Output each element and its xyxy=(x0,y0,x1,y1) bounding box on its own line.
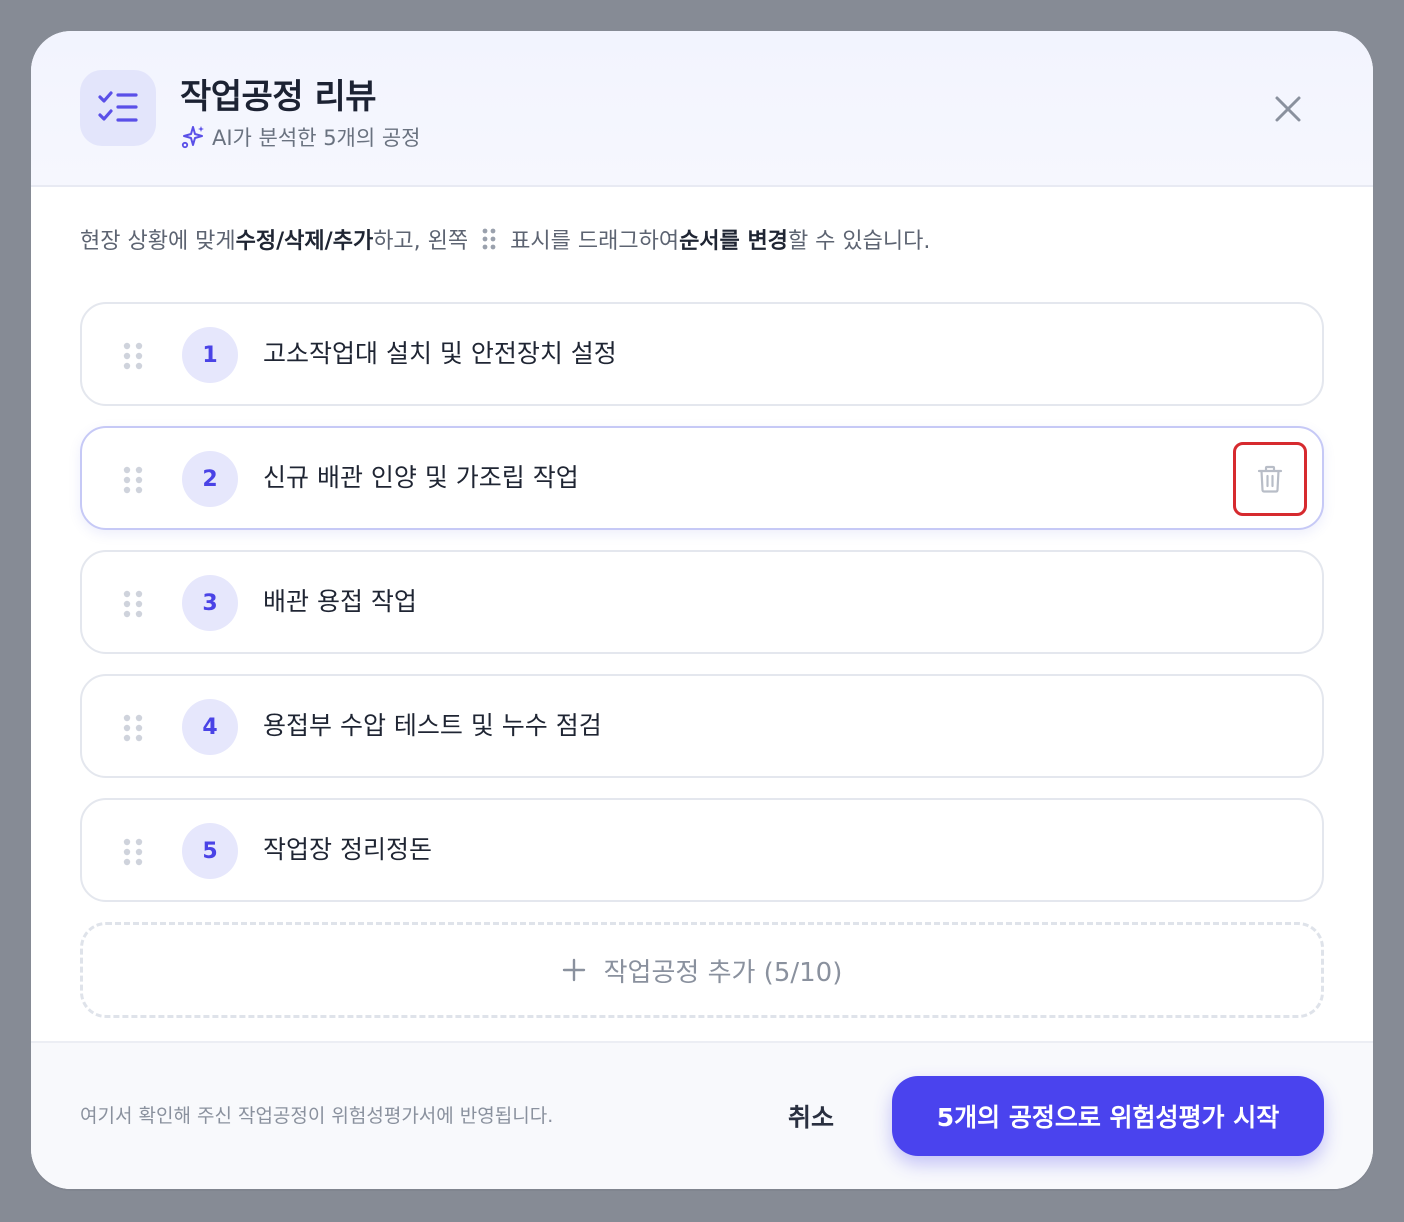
modal-title: 작업공정 리뷰 xyxy=(180,77,377,117)
delete-step-button[interactable] xyxy=(1233,442,1307,516)
drag-handle-icon[interactable] xyxy=(122,466,144,494)
list-item[interactable]: 3 배관 용접 작업 xyxy=(80,550,1324,654)
instructions-part: 할 수 있습니다. xyxy=(787,229,931,254)
step-number-badge: 3 xyxy=(182,575,238,631)
modal-footer: 여기서 확인해 주신 작업공정이 위험성평가서에 반영됩니다. 취소 5개의 공… xyxy=(31,1041,1373,1189)
step-label[interactable]: 고소작업대 설치 및 안전장치 설정 xyxy=(263,338,617,370)
drag-handle-icon[interactable] xyxy=(122,590,144,618)
close-icon xyxy=(1275,96,1301,122)
list-item[interactable]: 5 작업장 정리정돈 xyxy=(80,798,1324,902)
drag-handle-icon xyxy=(482,228,496,250)
step-list: 1 고소작업대 설치 및 안전장치 설정 2 신규 배관 인양 및 가조립 작업 xyxy=(80,302,1324,922)
step-number-badge: 2 xyxy=(182,451,238,507)
list-item[interactable]: 2 신규 배관 인양 및 가조립 작업 xyxy=(80,426,1324,530)
subtitle-text: AI가 분석한 5개의 공정 xyxy=(212,126,421,150)
trash-icon xyxy=(1257,465,1283,493)
instructions-text: 현장 상황에 맞게 수정/삭제/추가 하고, 왼쪽 표시를 드래그하여 순서를 … xyxy=(80,223,930,255)
step-number-badge: 4 xyxy=(182,699,238,755)
add-step-label: 작업공정 추가 (5/10) xyxy=(603,957,843,988)
step-number-badge: 1 xyxy=(182,327,238,383)
instructions-emphasis: 수정/삭제/추가 xyxy=(235,229,374,254)
drag-handle-icon[interactable] xyxy=(122,342,144,370)
instructions-emphasis: 순서를 변경 xyxy=(679,229,788,254)
step-label[interactable]: 용접부 수압 테스트 및 누수 점검 xyxy=(263,710,602,742)
instructions-part: 하고, 왼쪽 xyxy=(373,229,469,254)
sparkle-icon xyxy=(180,124,206,150)
list-item[interactable]: 1 고소작업대 설치 및 안전장치 설정 xyxy=(80,302,1324,406)
start-assessment-button[interactable]: 5개의 공정으로 위험성평가 시작 xyxy=(892,1076,1324,1156)
step-number-badge: 5 xyxy=(182,823,238,879)
step-label[interactable]: 작업장 정리정돈 xyxy=(263,834,432,866)
step-label[interactable]: 배관 용접 작업 xyxy=(263,586,417,618)
drag-handle-icon[interactable] xyxy=(122,714,144,742)
add-step-button[interactable]: 작업공정 추가 (5/10) xyxy=(80,922,1324,1018)
list-item[interactable]: 4 용접부 수압 테스트 및 누수 점검 xyxy=(80,674,1324,778)
modal-subtitle: AI가 분석한 5개의 공정 xyxy=(180,122,421,152)
step-label[interactable]: 신규 배관 인양 및 가조립 작업 xyxy=(263,462,579,494)
drag-handle-icon[interactable] xyxy=(122,838,144,866)
instructions-part: 표시를 드래그하여 xyxy=(510,229,680,254)
plus-icon xyxy=(562,958,586,982)
footer-note: 여기서 확인해 주신 작업공정이 위험성평가서에 반영됩니다. xyxy=(80,1105,554,1127)
cancel-button[interactable]: 취소 xyxy=(771,1081,851,1151)
checklist-icon xyxy=(80,70,156,146)
instructions-part: 현장 상황에 맞게 xyxy=(80,229,236,254)
modal-header: 작업공정 리뷰 AI가 분석한 5개의 공정 xyxy=(31,31,1373,187)
close-button[interactable] xyxy=(1270,91,1306,127)
process-review-modal: 작업공정 리뷰 AI가 분석한 5개의 공정 현장 상황에 맞게 수정/삭제/추… xyxy=(31,31,1373,1189)
